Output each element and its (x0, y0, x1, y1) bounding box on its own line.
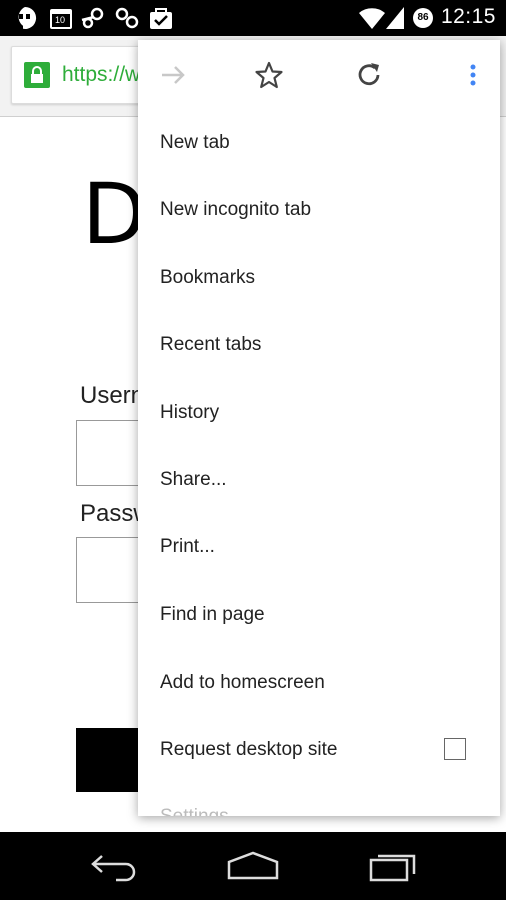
clock: 12:15 (440, 5, 496, 28)
status-bar: 10 86 12:15 (0, 0, 506, 36)
menu-item-new-incognito-tab[interactable]: New incognito tab (138, 176, 500, 243)
menu-item-label: New incognito tab (160, 199, 312, 220)
request-desktop-checkbox[interactable] (444, 738, 466, 760)
menu-item-label: Find in page (160, 604, 265, 625)
hangouts-icon (18, 6, 37, 29)
navigation-bar (0, 832, 506, 900)
menu-item-label: New tab (160, 132, 230, 153)
menu-item-label: Settings (160, 806, 229, 816)
menu-item-history[interactable]: History (138, 379, 500, 446)
page-heading: D (82, 165, 147, 263)
menu-item-label: Add to homescreen (160, 672, 325, 693)
menu-item-label: Share... (160, 469, 227, 490)
home-icon[interactable] (226, 850, 280, 882)
menu-item-settings[interactable]: Settings (138, 783, 500, 816)
menu-item-new-tab[interactable]: New tab (138, 109, 500, 176)
menu-item-bookmarks[interactable]: Bookmarks (138, 244, 500, 311)
lock-icon (24, 62, 50, 88)
username-label: Usern (80, 382, 145, 409)
shopping-bag-icon (150, 8, 172, 29)
url-text[interactable]: https://w (62, 63, 140, 87)
menu-item-add-to-homescreen[interactable]: Add to homescreen (138, 649, 500, 716)
steam-icon (81, 7, 104, 29)
menu-item-print[interactable]: Print... (138, 513, 500, 580)
menu-item-label: Bookmarks (160, 267, 256, 288)
menu-item-request-desktop-site[interactable]: Request desktop site (138, 716, 500, 783)
wifi-icon (359, 8, 385, 29)
calendar-day: 10 (55, 15, 66, 25)
star-icon[interactable] (254, 60, 284, 90)
signal-icon (386, 7, 404, 29)
menu-item-share[interactable]: Share... (138, 446, 500, 513)
forward-icon[interactable] (158, 60, 188, 90)
menu-icon-row (138, 40, 500, 112)
more-vert-icon[interactable] (458, 60, 488, 90)
back-icon[interactable] (88, 850, 138, 882)
overflow-menu: New tab New incognito tab Bookmarks Rece… (138, 40, 500, 816)
reload-icon[interactable] (354, 60, 384, 90)
menu-item-find-in-page[interactable]: Find in page (138, 581, 500, 648)
menu-item-label: Print... (160, 536, 215, 557)
menu-item-label: Request desktop site (160, 739, 338, 760)
menu-item-label: Recent tabs (160, 334, 262, 355)
battery-icon: 86 (413, 8, 433, 28)
menu-item-label: History (160, 402, 220, 423)
menu-item-recent-tabs[interactable]: Recent tabs (138, 311, 500, 378)
recents-icon[interactable] (368, 850, 420, 882)
usb-icon (115, 7, 139, 29)
